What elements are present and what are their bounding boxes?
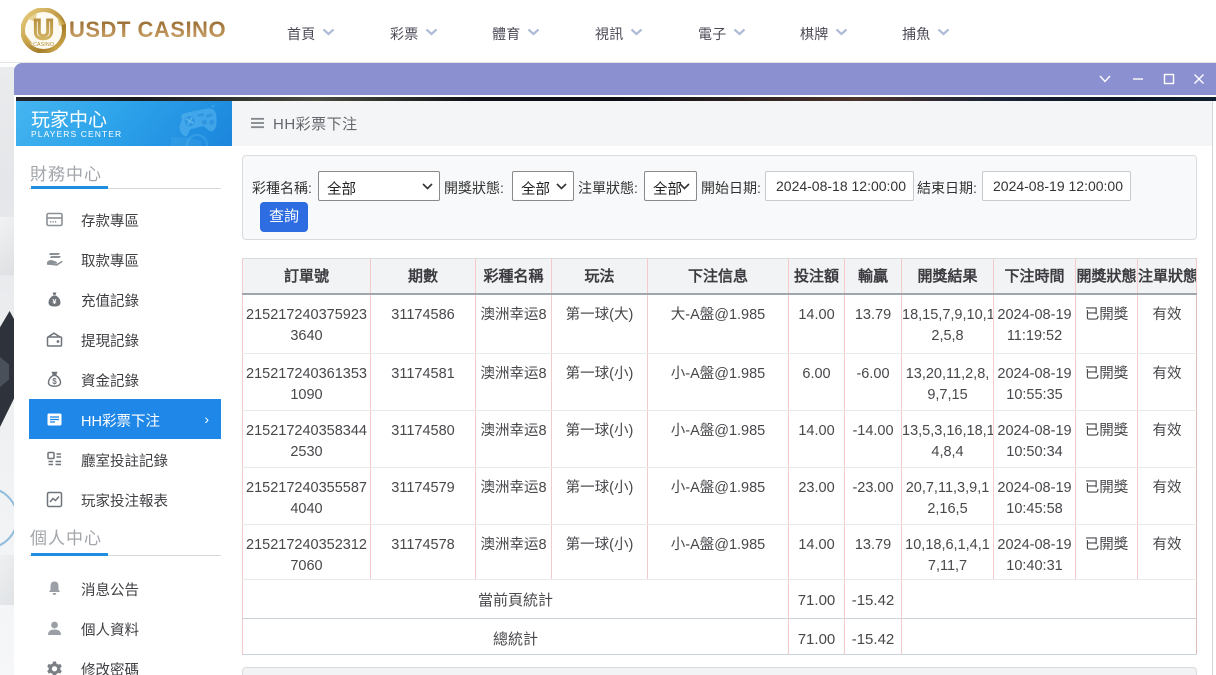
svg-text:$: $ — [52, 377, 57, 386]
svg-text:CASINO: CASINO — [33, 42, 55, 48]
svg-text:U: U — [34, 15, 54, 45]
